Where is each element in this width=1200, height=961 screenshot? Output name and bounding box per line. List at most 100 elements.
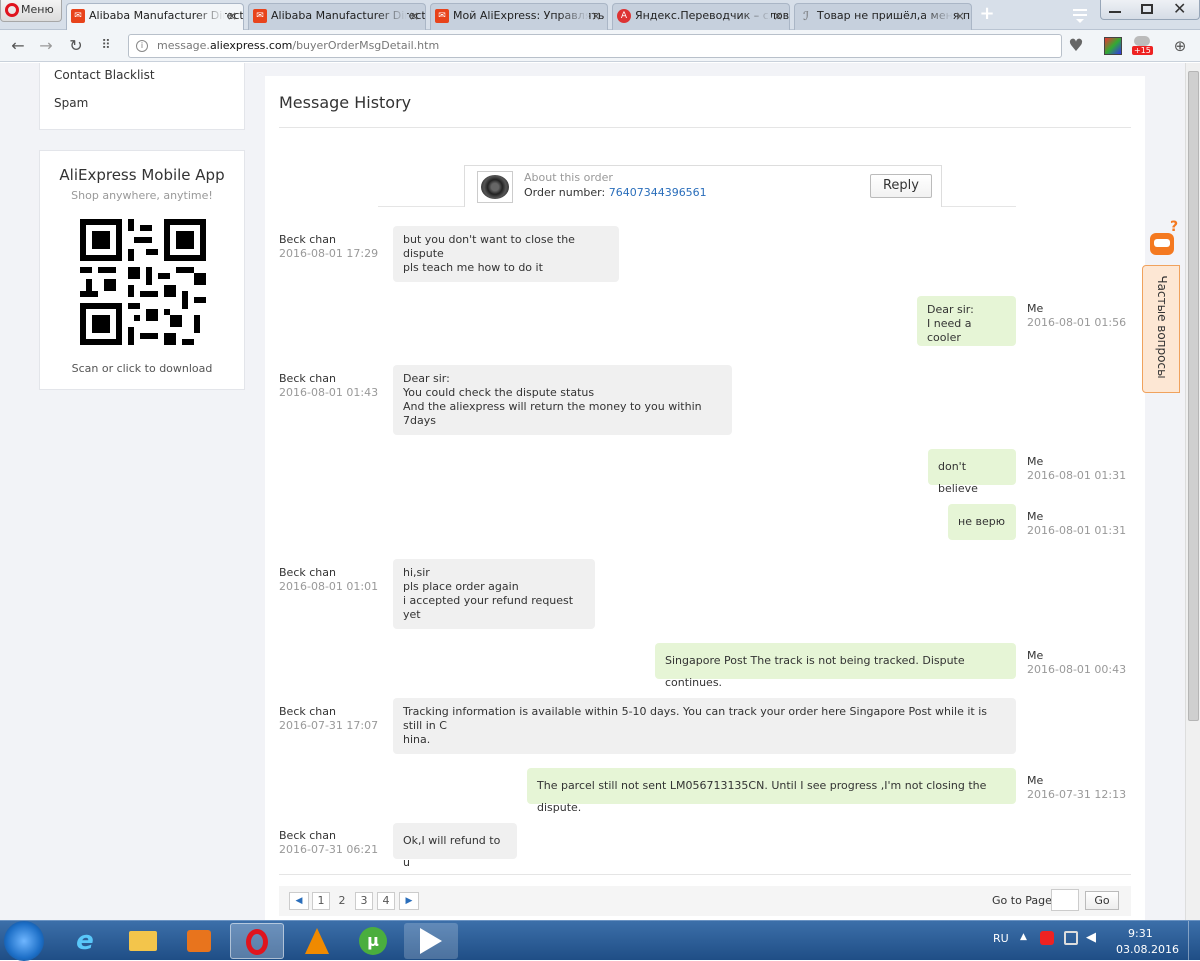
new-tab-button[interactable]: + <box>978 3 996 25</box>
weather-extension-icon[interactable]: +15 <box>1132 36 1154 56</box>
message-line: Dear sir: <box>927 303 974 316</box>
message-bubble-me: don't believe <box>928 449 1016 495</box>
reload-icon[interactable]: ↻ <box>66 36 86 56</box>
prev-page-icon[interactable]: ◀ <box>289 892 309 910</box>
internet-explorer-icon[interactable]: e <box>58 923 112 959</box>
tab-menu-icon[interactable] <box>1070 6 1090 24</box>
message-bubble-them: Tracking information is available within… <box>393 698 1016 754</box>
close-tab-icon[interactable]: × <box>591 4 601 28</box>
downloads-icon[interactable]: ⊕ <box>1170 36 1190 56</box>
bookmark-heart-icon[interactable]: ♥ <box>1066 36 1086 56</box>
message-line: hi,sir <box>403 566 430 579</box>
close-window-icon[interactable]: ✕ <box>1173 0 1186 18</box>
message-line: pls teach me how to do it <box>403 261 543 274</box>
message-line: Tracking information is available within… <box>403 705 988 732</box>
aliexpress-favicon-icon: ✉ <box>435 9 449 23</box>
start-button-icon[interactable] <box>4 921 44 961</box>
close-tab-icon[interactable]: × <box>409 4 419 28</box>
message-time: 2016-07-31 06:21 <box>279 843 379 856</box>
spam-link[interactable]: Spam <box>54 96 88 110</box>
faq-side-tab[interactable]: Частые вопросы <box>1142 265 1180 393</box>
browser-menu-button[interactable]: Меню <box>0 0 62 22</box>
address-path: /buyerOrderMsgDetail.htm <box>292 39 440 52</box>
tab-2[interactable]: ✉ Alibaba Manufacturer Directo × <box>248 3 426 30</box>
page-title: Message History <box>279 93 412 112</box>
message-sender: Beck chan <box>279 233 336 246</box>
clock-time[interactable]: 9:31 <box>1128 927 1153 940</box>
aliexpress-favicon-icon: ✉ <box>71 9 85 23</box>
close-tab-icon[interactable]: × <box>773 4 783 28</box>
message-line: i accepted your refund request yet <box>403 594 574 621</box>
qr-caption[interactable]: Scan or click to download <box>40 362 244 375</box>
message-time: 2016-07-31 12:13 <box>1027 788 1127 801</box>
vlc-icon[interactable] <box>290 923 344 959</box>
media-player-classic-icon[interactable] <box>404 923 458 959</box>
contact-blacklist-link[interactable]: Contact Blacklist <box>54 68 155 82</box>
badge-count: +15 <box>1132 46 1153 55</box>
address-field[interactable]: i message.aliexpress.com/buyerOrderMsgDe… <box>128 34 1062 58</box>
tab-3[interactable]: ✉ Мой AliExpress: Управлять за × <box>430 3 608 30</box>
title-divider <box>279 127 1131 128</box>
site-info-icon[interactable]: i <box>136 40 148 52</box>
message-bubble-them: Dear sir: You could check the dispute st… <box>393 365 732 435</box>
page-link[interactable]: 1 <box>312 892 330 910</box>
close-tab-icon[interactable]: × <box>955 4 965 28</box>
message-bubble-them: hi,sir pls place order again i accepted … <box>393 559 595 629</box>
close-tab-icon[interactable]: × <box>227 4 237 28</box>
yandex-translate-favicon-icon: A <box>617 9 631 23</box>
minimize-icon[interactable] <box>1109 11 1121 13</box>
speed-dial-icon[interactable]: ⠿ <box>96 36 116 56</box>
page-link[interactable]: 4 <box>377 892 395 910</box>
tab-5[interactable]: ℐ Товар не пришёл,а меня пр × <box>794 3 972 30</box>
order-number-link[interactable]: 76407344396561 <box>609 186 707 199</box>
show-desktop-button[interactable] <box>1188 921 1200 961</box>
goto-page-input[interactable] <box>1051 889 1079 911</box>
message-line: You could check the dispute status <box>403 386 595 399</box>
vertical-scrollbar[interactable] <box>1185 63 1200 920</box>
scrollbar-thumb[interactable] <box>1188 71 1199 721</box>
maximize-icon[interactable] <box>1141 4 1153 14</box>
qr-code-image[interactable] <box>80 219 206 345</box>
clock-date[interactable]: 03.08.2016 <box>1116 943 1179 956</box>
goto-label: Go to Page <box>992 894 1052 907</box>
message-bubble-them: Ok,I will refund to u <box>393 823 517 869</box>
order-number-row: Order number: 76407344396561 <box>524 186 707 199</box>
address-domain: aliexpress.com <box>209 39 293 52</box>
message-time: 2016-08-01 01:31 <box>1027 524 1127 537</box>
message-bubble-me: не верю <box>948 504 1016 540</box>
page-link[interactable]: 3 <box>355 892 373 910</box>
tab-1[interactable]: ✉ Alibaba Manufacturer Directo × <box>66 3 244 30</box>
extension-icon[interactable] <box>1104 37 1122 55</box>
message-bubble-me: The parcel still not sent LM056713135CN.… <box>527 768 1016 814</box>
message-sender: Beck chan <box>279 372 336 385</box>
product-thumbnail[interactable] <box>477 171 513 203</box>
message-line: hina. <box>403 733 431 746</box>
message-history-panel: Message History About this order Order n… <box>265 76 1145 920</box>
windows-taskbar: e µ RU ▲ ◀ 9:31 03.08.2016 <box>0 920 1200 961</box>
message-sender: Me <box>1027 649 1044 662</box>
message-sender: Beck chan <box>279 566 336 579</box>
language-indicator[interactable]: RU <box>993 932 1009 945</box>
message-time: 2016-08-01 01:43 <box>279 386 379 399</box>
next-page-icon[interactable]: ▶ <box>399 892 419 910</box>
go-button[interactable]: Go <box>1085 891 1119 910</box>
sidebar-nav: Contact Blacklist Spam <box>39 63 245 130</box>
volume-icon[interactable]: ◀ <box>1086 930 1096 945</box>
opera-taskbar-icon[interactable] <box>230 923 284 959</box>
order-summary: About this order Order number: 764073443… <box>464 165 942 207</box>
network-icon[interactable] <box>1064 931 1078 945</box>
file-explorer-icon[interactable] <box>116 923 170 959</box>
message-line: pls place order again <box>403 580 519 593</box>
help-robot-icon[interactable]: ? <box>1144 219 1180 267</box>
page-link[interactable]: 2 <box>333 892 351 910</box>
tab-4[interactable]: A Яндекс.Переводчик – слова × <box>612 3 790 30</box>
back-icon[interactable]: ← <box>8 36 28 56</box>
utorrent-icon[interactable]: µ <box>346 923 400 959</box>
message-time: 2016-08-01 01:01 <box>279 580 379 593</box>
reply-button[interactable]: Reply <box>870 174 932 198</box>
media-player-icon[interactable] <box>172 923 226 959</box>
tray-app-icon[interactable] <box>1040 931 1054 945</box>
browser-tab-bar: Меню ✉ Alibaba Manufacturer Directo × ✉ … <box>0 0 1200 30</box>
show-hidden-icons-icon[interactable]: ▲ <box>1020 932 1027 942</box>
forward-icon[interactable]: → <box>36 36 56 56</box>
